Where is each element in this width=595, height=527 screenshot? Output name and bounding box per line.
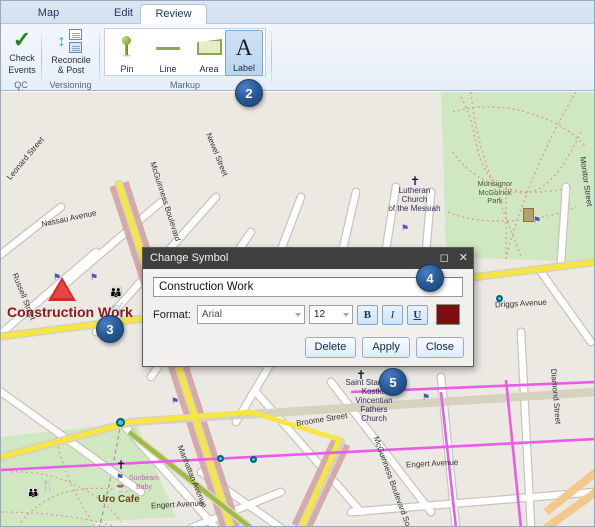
application-window: Map Edit Review ✓ Check Events QC ↕ Reco…: [0, 0, 595, 527]
chevron-down-icon: [342, 312, 349, 317]
delete-button[interactable]: Delete: [304, 337, 357, 358]
ribbon-group-versioning: ↕ Reconcile & Post Versioning: [42, 24, 99, 91]
ribbon-panel: ✓ Check Events QC ↕ Reconcile & Post Ver…: [1, 24, 594, 91]
map-vertex[interactable]: [250, 456, 257, 463]
map-vertex[interactable]: [217, 455, 224, 462]
close-icon[interactable]: ✕: [459, 248, 468, 269]
callout-badge-2: 2: [235, 79, 263, 107]
callout-badge-3: 3: [96, 315, 124, 343]
font-family-value: Arial: [201, 309, 222, 320]
font-size-value: 12: [313, 309, 326, 320]
markup-pin-button[interactable]: Pin: [108, 30, 146, 76]
area-icon: [197, 39, 222, 55]
callout-badge-4: 4: [416, 264, 444, 292]
map-vertex[interactable]: [116, 418, 125, 427]
markup-line-button[interactable]: Line: [149, 30, 187, 76]
dialog-title-text: Change Symbol: [150, 252, 229, 264]
format-label: Format:: [153, 308, 191, 321]
ribbon-tab-bar: Map Edit Review: [1, 1, 594, 24]
line-icon: [156, 47, 180, 50]
park-building-icon: [523, 208, 534, 222]
reconcile-arrows-icon: ↕: [44, 29, 98, 55]
underline-toggle-button[interactable]: U: [406, 304, 428, 325]
markup-pin-label: Pin: [120, 64, 134, 74]
ribbon-group-qc-label: QC: [14, 80, 28, 90]
bold-toggle-button[interactable]: B: [356, 304, 378, 325]
text-color-swatch[interactable]: [435, 304, 460, 325]
reconcile-post-label-line2: & Post: [57, 65, 85, 75]
check-events-label-line2: Events: [8, 65, 36, 75]
check-events-button[interactable]: ✓ Check Events: [3, 28, 41, 78]
format-row: Format: Arial 12 B I U: [153, 304, 463, 325]
reconcile-post-label-line1: Reconcile: [51, 55, 91, 65]
markup-area-button[interactable]: Area: [190, 30, 228, 76]
chevron-down-icon: [294, 312, 301, 317]
italic-toggle-button[interactable]: I: [381, 304, 403, 325]
close-button[interactable]: Close: [415, 337, 464, 358]
markup-label-button[interactable]: A Label: [225, 30, 263, 76]
font-family-select[interactable]: Arial: [196, 305, 305, 324]
construction-warning-icon[interactable]: [48, 277, 76, 301]
map-vertex[interactable]: [496, 295, 503, 302]
label-a-icon: A: [235, 35, 253, 60]
check-events-label-line1: Check: [9, 53, 35, 63]
markup-gallery: Pin Line Area A Label: [104, 28, 266, 76]
tab-review[interactable]: Review: [140, 4, 207, 24]
font-size-select[interactable]: 12: [308, 305, 353, 324]
ribbon-group-separator: [271, 28, 272, 86]
ribbon-group-versioning-label: Versioning: [49, 80, 92, 90]
callout-badge-5: 5: [379, 368, 407, 396]
markup-label-label: Label: [232, 63, 256, 73]
tab-map[interactable]: Map: [11, 4, 86, 24]
dialog-footer: Delete Apply Close: [304, 337, 464, 358]
ribbon-group-qc: ✓ Check Events QC: [1, 24, 41, 91]
markup-area-label: Area: [199, 64, 219, 74]
apply-button[interactable]: Apply: [362, 337, 410, 358]
markup-line-label: Line: [159, 64, 177, 74]
restore-window-icon[interactable]: ◻: [440, 248, 449, 269]
reconcile-post-button[interactable]: ↕ Reconcile & Post: [44, 28, 98, 78]
checkmark-icon: ✓: [12, 27, 32, 52]
